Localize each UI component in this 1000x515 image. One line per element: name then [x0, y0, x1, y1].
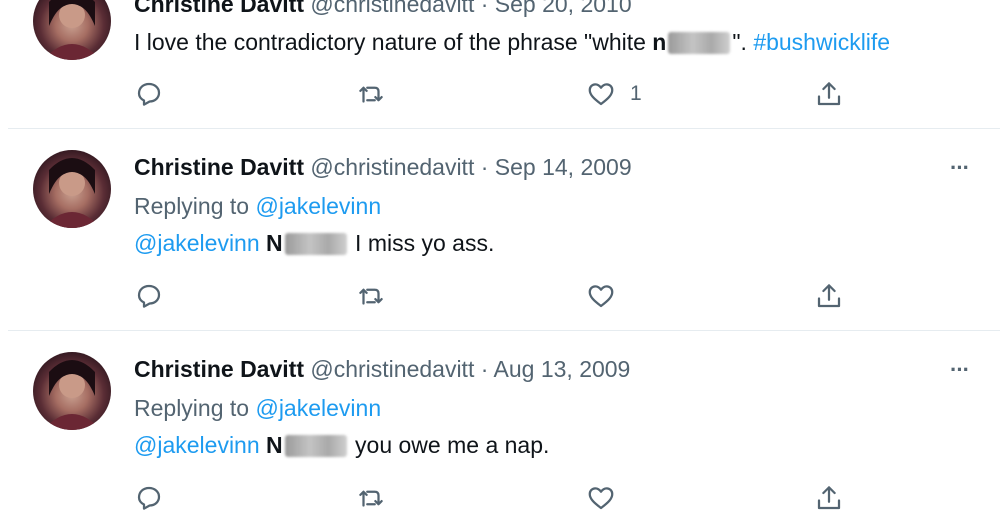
censored-word-start: N: [266, 432, 283, 458]
tweet-header: Christine Davitt @christinedavitt · Sep …: [134, 0, 632, 18]
tweet-text: @jakelevinn N I miss yo ass.: [134, 230, 494, 257]
tweet-feed: Christine Davitt @christinedavitt · Sep …: [0, 0, 1000, 510]
reply-button[interactable]: [134, 279, 164, 313]
retweet-button[interactable]: [356, 481, 386, 515]
heart-icon: [588, 83, 614, 106]
avatar[interactable]: [33, 0, 111, 60]
retweet-button[interactable]: [356, 77, 386, 111]
author-meta[interactable]: @christinedavitt · Sep 14, 2009: [310, 154, 631, 180]
tweet-text: I love the contradictory nature of the p…: [134, 29, 890, 56]
heart-icon: [588, 487, 614, 510]
retweet-icon: [359, 490, 383, 507]
tweet[interactable]: Christine Davitt @christinedavitt · Aug …: [0, 331, 1000, 510]
tweet-text-part: you owe me a nap.: [348, 432, 550, 458]
reply-icon: [137, 82, 161, 106]
share-button[interactable]: [814, 77, 844, 111]
reply-icon: [137, 284, 161, 308]
like-button[interactable]: [586, 279, 616, 313]
share-icon: [817, 486, 841, 510]
share-button[interactable]: [814, 279, 844, 313]
tweet-header: Christine Davitt @christinedavitt · Sep …: [134, 154, 632, 181]
tweet-text-part: ".: [732, 29, 754, 55]
censored-word-start: N: [266, 230, 283, 256]
reply-button[interactable]: [134, 481, 164, 515]
like-button[interactable]: [586, 481, 616, 515]
heart-icon: [588, 285, 614, 308]
mention-link[interactable]: @jakelevinn: [134, 230, 260, 256]
share-icon: [817, 284, 841, 308]
censored-word-start: n: [652, 29, 667, 55]
censored-blur: [668, 32, 731, 54]
reply-button[interactable]: [134, 77, 164, 111]
tweet-text: @jakelevinn N you owe me a nap.: [134, 432, 549, 459]
replying-prefix: Replying to: [134, 395, 256, 421]
censored-blur: [284, 233, 347, 255]
author-name[interactable]: Christine Davitt: [134, 356, 304, 382]
avatar[interactable]: [33, 352, 111, 430]
censored-blur: [284, 435, 347, 457]
author-name[interactable]: Christine Davitt: [134, 154, 304, 180]
replying-to: Replying to @jakelevinn: [134, 395, 381, 422]
share-icon: [817, 82, 841, 106]
author-meta[interactable]: @christinedavitt · Aug 13, 2009: [310, 356, 630, 382]
retweet-button[interactable]: [356, 279, 386, 313]
author-meta[interactable]: @christinedavitt · Sep 20, 2010: [310, 0, 631, 17]
avatar[interactable]: [33, 150, 111, 228]
share-button[interactable]: [814, 481, 844, 515]
tweet-text-part: I miss yo ass.: [348, 230, 495, 256]
more-icon[interactable]: ···: [950, 357, 970, 383]
mention-link[interactable]: @jakelevinn: [134, 432, 260, 458]
tweet[interactable]: Christine Davitt @christinedavitt · Sep …: [0, 0, 1000, 128]
tweet-header: Christine Davitt @christinedavitt · Aug …: [134, 356, 630, 383]
reply-icon: [137, 486, 161, 510]
tweet-actions: 1: [134, 77, 854, 111]
replying-prefix: Replying to: [134, 193, 256, 219]
replying-handle-link[interactable]: @jakelevinn: [255, 193, 381, 219]
more-icon[interactable]: ···: [950, 155, 970, 181]
hashtag-link[interactable]: #bushwicklife: [753, 29, 890, 55]
author-name[interactable]: Christine Davitt: [134, 0, 304, 17]
tweet-actions: [134, 279, 854, 313]
like-count: 1: [630, 82, 642, 105]
tweet[interactable]: Christine Davitt @christinedavitt · Sep …: [0, 129, 1000, 330]
tweet-actions: [134, 481, 854, 515]
like-button[interactable]: 1: [586, 77, 642, 111]
retweet-icon: [359, 86, 383, 103]
replying-to: Replying to @jakelevinn: [134, 193, 381, 220]
retweet-icon: [359, 288, 383, 305]
replying-handle-link[interactable]: @jakelevinn: [255, 395, 381, 421]
tweet-text-part: I love the contradictory nature of the p…: [134, 29, 653, 55]
